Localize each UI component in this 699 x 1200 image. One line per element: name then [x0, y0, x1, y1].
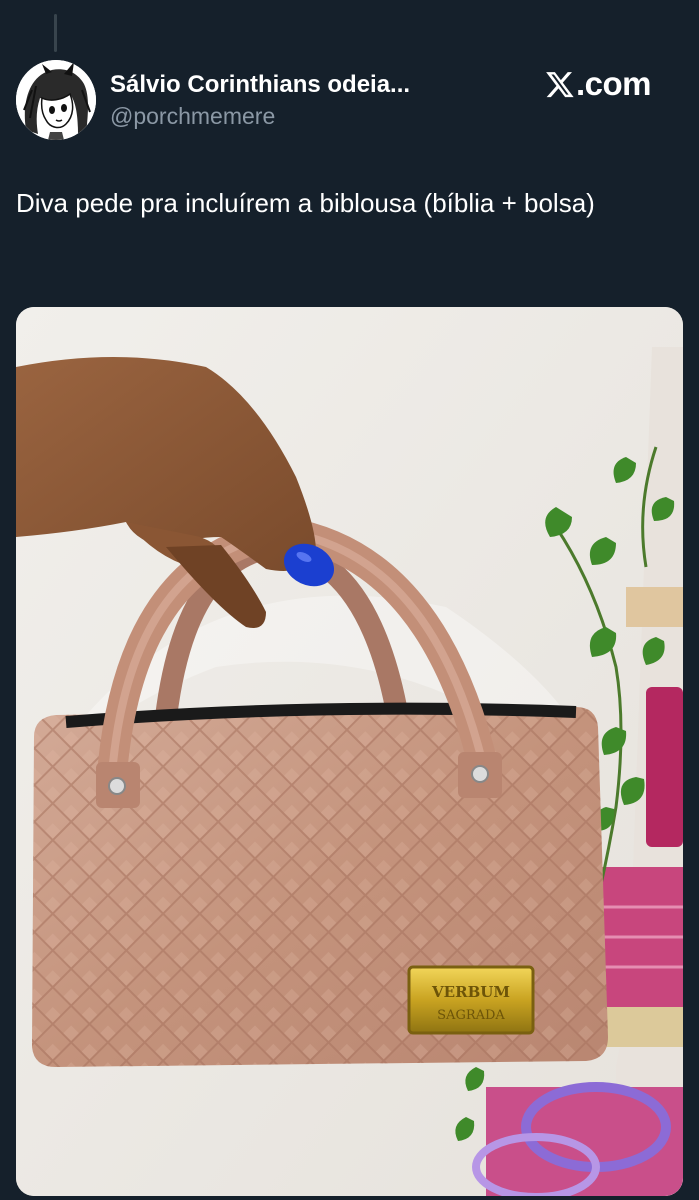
handbag-photo-icon: VERBUM SAGRADA — [16, 307, 683, 1196]
tweet-header: Sálvio Corinthians odeia... @porchmemere… — [16, 60, 683, 140]
tweet-text: Diva pede pra incluírem a biblousa (bíbl… — [16, 188, 595, 218]
x-com-brand: .com — [545, 64, 652, 104]
thread-connector-line — [54, 14, 57, 52]
tweet-media-photo[interactable]: VERBUM SAGRADA — [16, 307, 683, 1196]
author-name-block[interactable]: Sálvio Corinthians odeia... @porchmemere — [110, 70, 470, 132]
x-logo-icon — [546, 72, 574, 98]
author-display-name[interactable]: Sálvio Corinthians odeia... — [110, 70, 470, 100]
plate-text-line2: SAGRADA — [437, 1008, 505, 1023]
anime-character-avatar-icon — [16, 60, 96, 140]
author-handle[interactable]: @porchmemere — [110, 100, 470, 132]
plate-text-line1: VERBUM — [431, 983, 510, 1001]
brand-label: .com — [575, 65, 652, 102]
avatar[interactable] — [16, 60, 96, 140]
